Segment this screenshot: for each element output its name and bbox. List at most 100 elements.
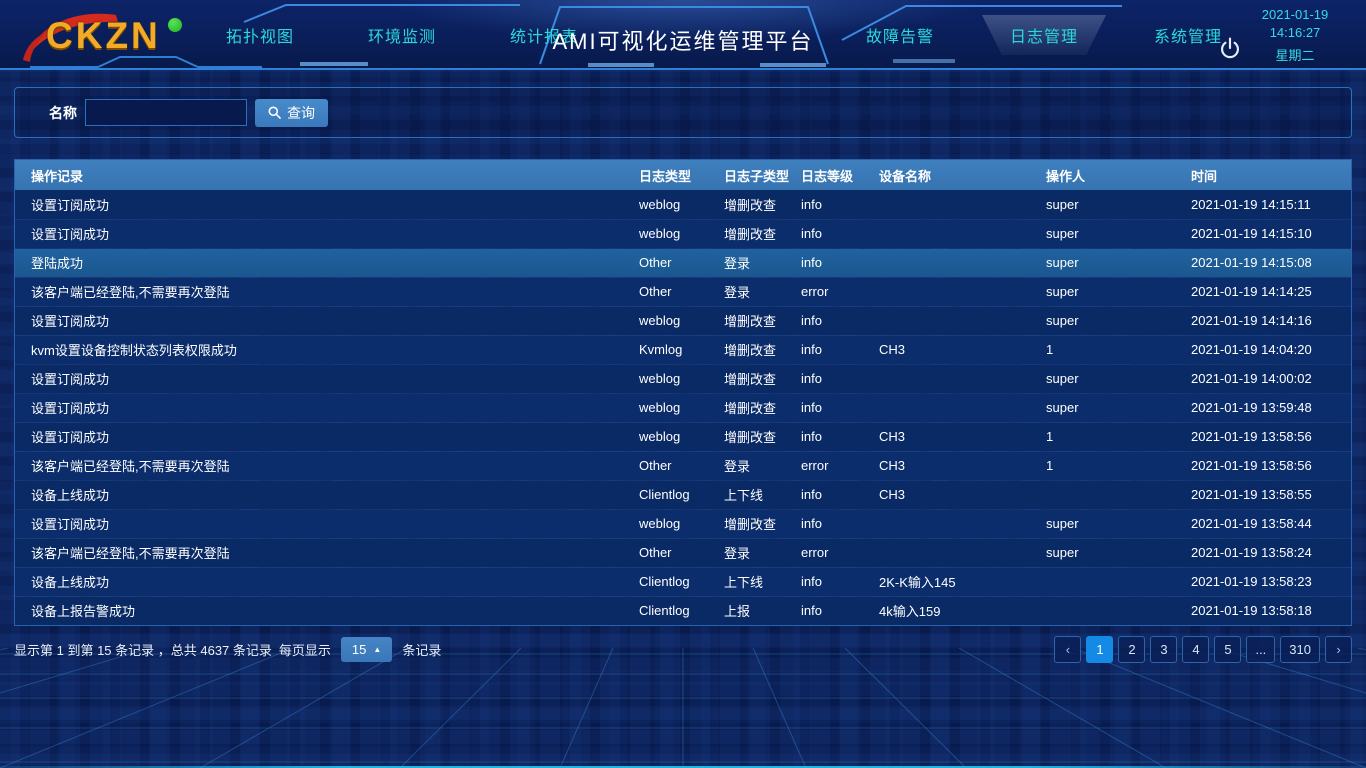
pager-page-2[interactable]: 2 <box>1118 636 1145 663</box>
nav-item-topology-view[interactable]: 拓扑视图 <box>212 15 308 55</box>
cell-operator: 1 <box>1038 422 1183 451</box>
cell-log-subtype: 上下线 <box>716 567 793 596</box>
pager-ellipsis: ... <box>1246 636 1275 663</box>
table-row[interactable]: 设置订阅成功weblog增删改查infosuper2021-01-19 13:5… <box>15 393 1351 422</box>
pager-page-4[interactable]: 4 <box>1182 636 1209 663</box>
cell-operator: super <box>1038 538 1183 567</box>
power-button[interactable] <box>1218 36 1242 60</box>
cell-operation-record: kvm设置设备控制状态列表权限成功 <box>15 335 631 364</box>
cell-log-level: info <box>793 364 871 393</box>
cell-operator <box>1038 567 1183 596</box>
nav-item-fault-alarm[interactable]: 故障告警 <box>852 15 948 55</box>
pager-page-310[interactable]: 310 <box>1280 636 1320 663</box>
pager-next-page[interactable]: › <box>1325 636 1352 663</box>
cell-operator: super <box>1038 364 1183 393</box>
cell-device-name: CH3 <box>871 451 1038 480</box>
cell-operation-record: 设备上线成功 <box>15 567 631 596</box>
cell-log-type: Other <box>631 248 716 277</box>
column-header-log-type: 日志类型 <box>631 160 716 190</box>
cell-time: 2021-01-19 13:58:23 <box>1183 567 1351 596</box>
search-icon <box>268 106 281 119</box>
table-row[interactable]: 该客户端已经登陆,不需要再次登陆Other登录errorsuper2021-01… <box>15 538 1351 567</box>
cell-device-name <box>871 190 1038 219</box>
current-date: 2021-01-19 <box>1240 6 1350 24</box>
cell-log-level: info <box>793 335 871 364</box>
cell-log-subtype: 增删改查 <box>716 306 793 335</box>
cell-operator: super <box>1038 509 1183 538</box>
cell-log-level: info <box>793 480 871 509</box>
table-row[interactable]: 登陆成功Other登录infosuper2021-01-19 14:15:08 <box>15 248 1351 277</box>
cell-time: 2021-01-19 14:15:10 <box>1183 219 1351 248</box>
cell-time: 2021-01-19 14:14:16 <box>1183 306 1351 335</box>
table-row[interactable]: 设置订阅成功weblog增删改查infosuper2021-01-19 14:1… <box>15 219 1351 248</box>
cell-device-name: CH3 <box>871 422 1038 451</box>
table-row[interactable]: 设备上线成功Clientlog上下线infoCH32021-01-19 13:5… <box>15 480 1351 509</box>
search-button[interactable]: 查询 <box>255 99 328 127</box>
table-row[interactable]: 该客户端已经登陆,不需要再次登陆Other登录errorCH312021-01-… <box>15 451 1351 480</box>
search-input[interactable] <box>85 99 247 126</box>
cell-time: 2021-01-19 14:15:08 <box>1183 248 1351 277</box>
cell-time: 2021-01-19 14:14:25 <box>1183 277 1351 306</box>
table-body: 设置订阅成功weblog增删改查infosuper2021-01-19 14:1… <box>15 190 1351 625</box>
top-header-bar: CKZN 拓扑视图环境监测统计报表 AMI可视化运维管理平台 故障告警日志管理系… <box>0 0 1366 70</box>
pager-page-3[interactable]: 3 <box>1150 636 1177 663</box>
cell-device-name <box>871 306 1038 335</box>
log-table-container: 操作记录日志类型日志子类型日志等级设备名称操作人时间 设置订阅成功weblog增… <box>14 159 1352 626</box>
cell-time: 2021-01-19 13:58:24 <box>1183 538 1351 567</box>
cell-operator: super <box>1038 306 1183 335</box>
pager-page-5[interactable]: 5 <box>1214 636 1241 663</box>
cell-log-level: info <box>793 567 871 596</box>
cell-operator: 1 <box>1038 335 1183 364</box>
table-row[interactable]: 设备上线成功Clientlog上下线info2K-K输入1452021-01-1… <box>15 567 1351 596</box>
cell-log-level: info <box>793 248 871 277</box>
nav-item-log-management[interactable]: 日志管理 <box>982 15 1106 55</box>
logo-green-dot-icon <box>168 18 182 32</box>
cell-log-subtype: 上下线 <box>716 480 793 509</box>
pager-prev-page[interactable]: ‹ <box>1054 636 1081 663</box>
nav-left: 拓扑视图环境监测统计报表 <box>212 0 592 70</box>
page-size-value: 15 <box>352 642 366 657</box>
table-row[interactable]: 设置订阅成功weblog增删改查infosuper2021-01-19 14:1… <box>15 306 1351 335</box>
column-header-device-name: 设备名称 <box>871 160 1038 190</box>
cell-device-name <box>871 364 1038 393</box>
perspective-floor-grid <box>0 648 1366 768</box>
pager-page-1[interactable]: 1 <box>1086 636 1113 663</box>
table-row[interactable]: kvm设置设备控制状态列表权限成功Kvmlog增删改查infoCH312021-… <box>15 335 1351 364</box>
table-row[interactable]: 设置订阅成功weblog增删改查infoCH312021-01-19 13:58… <box>15 422 1351 451</box>
table-row[interactable]: 设备上报告警成功Clientlog上报info4k输入1592021-01-19… <box>15 596 1351 625</box>
cell-log-subtype: 登录 <box>716 538 793 567</box>
cell-operator <box>1038 596 1183 625</box>
cell-log-type: weblog <box>631 219 716 248</box>
cell-device-name: 2K-K输入145 <box>871 567 1038 596</box>
logo-text: CKZN <box>46 15 161 57</box>
table-header-row: 操作记录日志类型日志子类型日志等级设备名称操作人时间 <box>15 160 1351 190</box>
cell-device-name <box>871 393 1038 422</box>
cell-operation-record: 设置订阅成功 <box>15 306 631 335</box>
cell-time: 2021-01-19 13:58:18 <box>1183 596 1351 625</box>
cell-time: 2021-01-19 13:58:56 <box>1183 422 1351 451</box>
cell-log-subtype: 上报 <box>716 596 793 625</box>
cell-operation-record: 设置订阅成功 <box>15 364 631 393</box>
cell-device-name <box>871 248 1038 277</box>
cell-operation-record: 该客户端已经登陆,不需要再次登陆 <box>15 538 631 567</box>
cell-log-type: weblog <box>631 422 716 451</box>
cell-log-type: Kvmlog <box>631 335 716 364</box>
summary-text: 显示第 1 到第 15 条记录 ，总共 4637 条记录 <box>14 640 272 659</box>
cell-device-name <box>871 277 1038 306</box>
cell-device-name <box>871 219 1038 248</box>
table-row[interactable]: 设置订阅成功weblog增删改查infosuper2021-01-19 13:5… <box>15 509 1351 538</box>
cell-operation-record: 设置订阅成功 <box>15 219 631 248</box>
table-row[interactable]: 该客户端已经登陆,不需要再次登陆Other登录errorsuper2021-01… <box>15 277 1351 306</box>
table-row[interactable]: 设置订阅成功weblog增删改查infosuper2021-01-19 14:1… <box>15 190 1351 219</box>
page-size-dropdown[interactable]: 15 ▲ <box>341 637 392 662</box>
cell-log-subtype: 增删改查 <box>716 219 793 248</box>
table-row[interactable]: 设置订阅成功weblog增删改查infosuper2021-01-19 14:0… <box>15 364 1351 393</box>
cell-log-subtype: 登录 <box>716 248 793 277</box>
column-header-operation-record: 操作记录 <box>15 160 631 190</box>
nav-item-environment-monitor[interactable]: 环境监测 <box>354 15 450 55</box>
cell-log-subtype: 增删改查 <box>716 190 793 219</box>
cell-operation-record: 该客户端已经登陆,不需要再次登陆 <box>15 451 631 480</box>
pagination: ‹12345...310› <box>1049 636 1352 663</box>
nav-right: 故障告警日志管理系统管理 <box>852 0 1236 70</box>
per-page-suffix: 条记录 <box>402 640 441 659</box>
